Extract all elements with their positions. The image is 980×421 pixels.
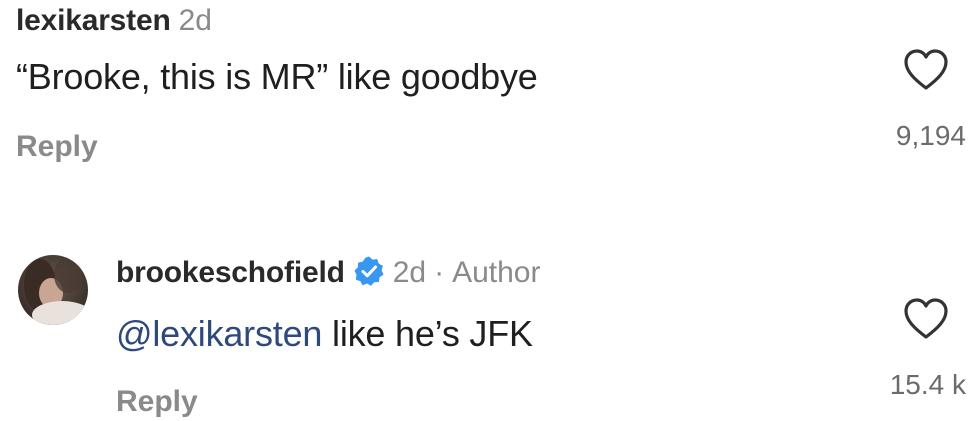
- comment-username[interactable]: brookeschofield: [116, 256, 345, 289]
- reply-button[interactable]: Reply: [116, 385, 198, 419]
- heart-outline-icon[interactable]: [902, 48, 950, 92]
- comment-brookeschofield: brookeschofield 2d · Author @lexikarsten l…: [0, 235, 980, 421]
- like-count: 15.4 k: [889, 369, 966, 400]
- profile-avatar[interactable]: [18, 255, 88, 325]
- author-label: Author: [452, 256, 541, 289]
- comment-lexikarsten: lexikarsten 2d “Brooke, this is MR” like …: [0, 0, 980, 200]
- reply-button[interactable]: Reply: [16, 130, 98, 164]
- comment-text: @lexikarsten like he’s JFK: [116, 313, 533, 355]
- comment-header: brookeschofield 2d · Author: [116, 255, 540, 290]
- comment-timestamp: 2d: [392, 256, 427, 289]
- comment-timestamp: 2d: [178, 4, 212, 37]
- verified-badge-icon: [354, 256, 384, 286]
- like-count: 9,194: [895, 120, 966, 151]
- comment-username[interactable]: lexikarsten: [16, 4, 171, 37]
- heart-outline-icon[interactable]: [902, 297, 950, 341]
- avatar-photo: [18, 255, 88, 325]
- separator-dot: ·: [434, 256, 445, 289]
- comment-text: “Brooke, this is MR” like goodbye: [16, 56, 538, 97]
- mention-link[interactable]: @lexikarsten: [116, 313, 322, 354]
- comment-text-rest: like he’s JFK: [322, 313, 533, 354]
- comment-header: lexikarsten 2d: [16, 4, 212, 38]
